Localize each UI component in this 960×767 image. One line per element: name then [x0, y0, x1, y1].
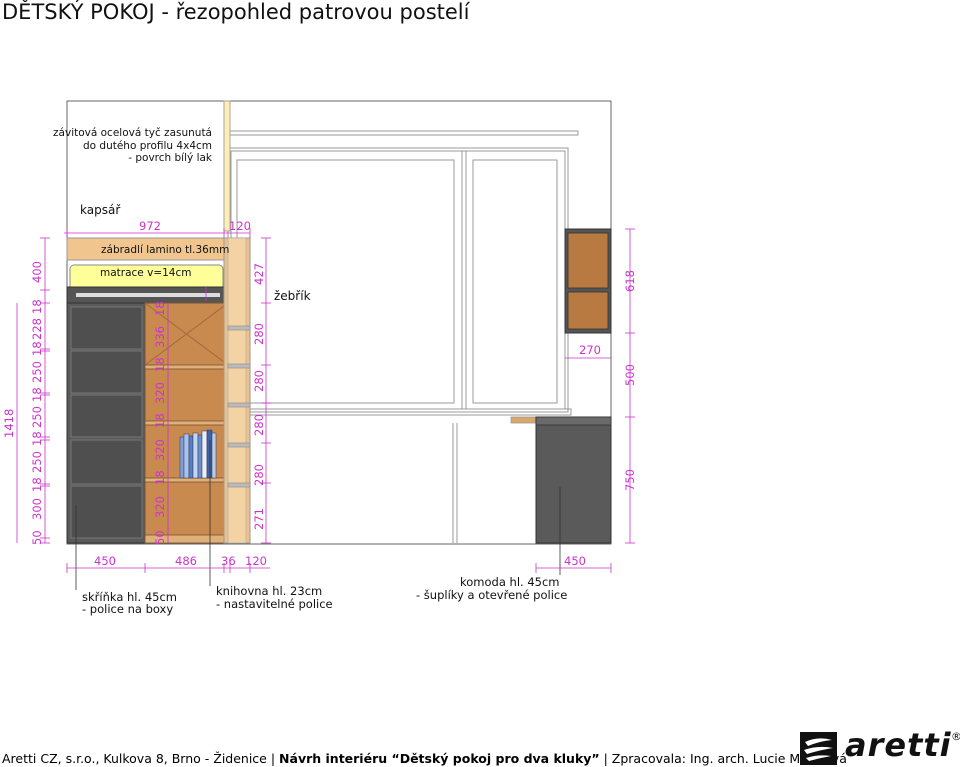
dim-bottom-right-450: 450	[564, 554, 586, 568]
window	[219, 147, 572, 416]
dim-972: 972	[139, 219, 161, 233]
dim-left-300: 300	[30, 498, 44, 520]
dim-ladder-280c: 280	[252, 414, 266, 436]
logo-registered: ®	[951, 730, 960, 743]
logo-text: aretti	[845, 726, 952, 764]
wall-shelf	[564, 228, 612, 334]
dim-bottom-120: 120	[245, 554, 267, 568]
dim-bottom-486: 486	[175, 554, 197, 568]
dim-shelf-18b: 18	[153, 357, 167, 372]
note-rod-1: závitová ocelová tyč zasunutá	[53, 127, 212, 139]
dim-left-18d: 18	[30, 431, 44, 446]
dim-bottom-36: 36	[221, 554, 236, 568]
dim-left-400: 400	[30, 261, 44, 283]
dim-left-18c: 18	[30, 387, 44, 402]
dim-left-250a: 250	[30, 361, 44, 383]
dim-shelf-336: 336	[153, 326, 167, 348]
dim-shelf-320a: 320	[153, 382, 167, 404]
steel-rod	[223, 100, 231, 232]
ladder	[223, 237, 251, 544]
dim-120-top: 120	[229, 219, 251, 233]
dim-shelf-18a: 18	[153, 301, 167, 316]
dim-left-228: 228	[30, 318, 44, 340]
note-railing: zábradlí lamino tl.36mm	[101, 244, 229, 256]
note-ladder: žebřík	[274, 289, 311, 303]
dim-ladder-427: 427	[252, 263, 266, 285]
note-bookcase-1: knihovna hl. 23cm	[216, 584, 322, 598]
dim-ladder-280d: 280	[252, 464, 266, 486]
dim-270: 270	[579, 343, 601, 357]
dim-right-750: 750	[623, 469, 637, 491]
curtain-rod	[227, 130, 579, 136]
wardrobe	[66, 302, 146, 544]
note-kapsar: kapsář	[80, 203, 121, 217]
dim-shelf-320b: 320	[153, 439, 167, 461]
dresser	[452, 416, 612, 544]
dim-shelf-18d: 18	[153, 470, 167, 485]
dim-left-18e: 18	[30, 477, 44, 492]
dim-shelf-320c: 320	[153, 496, 167, 518]
dim-shelf-18c: 18	[153, 413, 167, 428]
dim-ladder-280b: 280	[252, 370, 266, 392]
dim-left-250c: 250	[30, 451, 44, 473]
footer-project: Návrh interiéru “Dětský pokoj pro dva kl…	[279, 751, 600, 766]
dim-ladder-271: 271	[252, 508, 266, 530]
dim-right-500: 500	[623, 364, 637, 386]
dim-shelf-50: 50	[153, 530, 167, 545]
note-rod-2: do dutého profilu 4x4cm	[83, 140, 212, 152]
dim-left-18a: 18	[30, 299, 44, 314]
dim-left-50: 50	[30, 530, 44, 545]
note-rod-3: - povrch bílý lak	[128, 152, 213, 164]
footer: Aretti CZ, s.r.o., Kulkova 8, Brno - Žid…	[2, 751, 847, 766]
dim-right-618: 618	[623, 270, 637, 292]
note-bookcase-2: - nastavitelné police	[216, 597, 333, 611]
aretti-logo: aretti ®	[800, 726, 960, 766]
note-dresser-2: - šuplíky a otevřené police	[416, 588, 567, 602]
section-drawing: 972 120 1418 400 18 228 18 250 18 250 18…	[2, 100, 637, 616]
dim-left-250b: 250	[30, 406, 44, 428]
note-dresser-1: komoda hl. 45cm	[460, 575, 559, 589]
footer-prefix: Aretti CZ, s.r.o., Kulkova 8, Brno - Žid…	[2, 751, 280, 766]
dim-1418: 1418	[2, 409, 16, 438]
dim-bottom-450: 450	[94, 554, 116, 568]
note-mattress: matrace v=14cm	[100, 267, 191, 279]
note-wardrobe-2: - police na boxy	[82, 602, 173, 616]
dim-ladder-280a: 280	[252, 323, 266, 345]
dim-left-18b: 18	[30, 341, 44, 356]
logo-mark-icon	[800, 732, 837, 765]
